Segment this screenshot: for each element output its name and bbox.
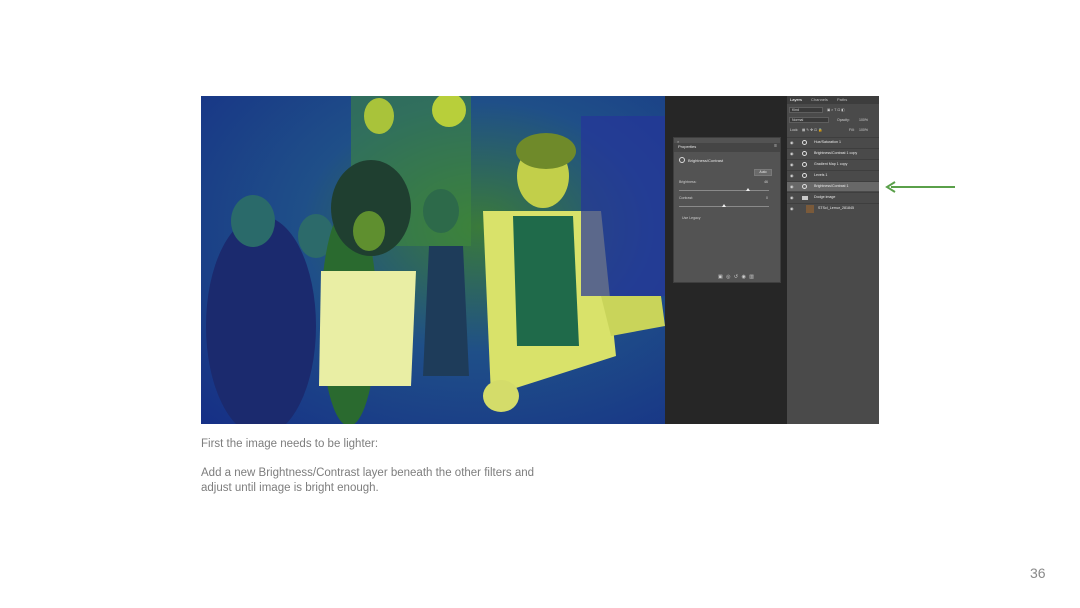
visibility-eye-icon[interactable]: ◉ <box>790 173 794 178</box>
opacity-value[interactable]: 100% <box>859 118 868 122</box>
layer-row-selected[interactable]: ◉ Brightness/Contrast 1 <box>787 181 879 191</box>
properties-tab[interactable]: Properties <box>678 144 696 149</box>
layer-row[interactable]: ◉ STScI_Lemur_281845 <box>787 203 879 213</box>
brightness-value[interactable]: 46 <box>764 180 768 184</box>
layer-row[interactable]: ◉ Gradient Map 1 copy <box>787 159 879 169</box>
contrast-label: Contrast: <box>679 196 694 200</box>
layer-filter-kind[interactable]: Kind <box>789 107 823 113</box>
adjustment-layer-icon <box>802 140 807 145</box>
blend-mode-label: Normal <box>792 118 804 122</box>
use-legacy-checkbox[interactable]: Use Legacy <box>682 216 700 220</box>
image-thumbnail <box>806 205 814 213</box>
photoshop-screenshot: × Properties ≡ Brightness/Contrast Auto … <box>201 96 879 424</box>
layer-name: Levels 1 <box>814 173 828 177</box>
layer-row[interactable]: ◉ Brightness/Contrast 1 copy <box>787 148 879 158</box>
properties-footer-icons[interactable]: ▣ ◎ ↺ ◉ ▥ <box>718 274 755 280</box>
opacity-label: Opacity: <box>837 118 850 122</box>
brightness-slider[interactable] <box>679 190 769 191</box>
fill-label: Fill: <box>849 128 855 132</box>
layer-row[interactable]: ◉ Dodge image <box>787 192 879 202</box>
properties-panel: × Properties ≡ Brightness/Contrast Auto … <box>673 137 781 283</box>
visibility-eye-icon[interactable]: ◉ <box>790 151 794 156</box>
caption-line-2: Add a new Brightness/Contrast layer bene… <box>201 467 535 494</box>
auto-button[interactable]: Auto <box>754 169 772 176</box>
adjustment-layer-icon <box>802 162 807 167</box>
visibility-eye-icon[interactable]: ◉ <box>790 206 794 211</box>
filter-icons[interactable]: ▣ ◐ T ⊡ ◧ <box>827 108 845 112</box>
adjustment-layer-icon <box>802 151 807 156</box>
fill-value[interactable]: 100% <box>859 128 868 132</box>
layer-name: Brightness/Contrast 1 <box>814 184 849 188</box>
visibility-eye-icon[interactable]: ◉ <box>790 195 794 200</box>
lock-icons[interactable]: ▦ ✎ ✥ ⊡ 🔒 <box>802 128 822 132</box>
adjustment-title: Brightness/Contrast <box>688 158 724 163</box>
visibility-eye-icon[interactable]: ◉ <box>790 162 794 167</box>
blend-mode-select[interactable]: Normal <box>789 117 829 123</box>
filter-kind-label: Kind <box>792 108 800 112</box>
layer-row[interactable]: ◉ Levels 1 <box>787 170 879 180</box>
layers-panel: Layers Channels Paths Kind ▣ ◐ T ⊡ ◧ Nor… <box>787 96 879 424</box>
layer-row[interactable]: ◉ Hue/Saturation 1 <box>787 137 879 147</box>
layer-name: STScI_Lemur_281845 <box>818 206 854 210</box>
brightness-slider-thumb[interactable] <box>746 188 750 191</box>
layer-name: Brightness/Contrast 1 copy <box>814 151 858 155</box>
visibility-eye-icon[interactable]: ◉ <box>790 184 794 189</box>
tab-channels[interactable]: Channels <box>811 97 828 102</box>
contrast-value[interactable]: 0 <box>766 196 768 200</box>
duotone-party-photo <box>201 96 665 424</box>
page-number: 36 <box>1030 565 1046 581</box>
tab-layers[interactable]: Layers <box>790 97 802 102</box>
layer-name: Hue/Saturation 1 <box>814 140 841 144</box>
visibility-eye-icon[interactable]: ◉ <box>790 140 794 145</box>
adjustment-layer-icon <box>802 173 807 178</box>
layer-name: Gradient Map 1 copy <box>814 162 848 166</box>
lock-label: Lock: <box>790 128 799 132</box>
contrast-slider-thumb[interactable] <box>722 204 726 207</box>
pointer-arrow <box>885 181 955 193</box>
brightness-label: Brightness: <box>679 180 697 184</box>
adjustment-layer-icon <box>802 184 807 189</box>
caption-line-1: First the image needs to be lighter: <box>201 438 379 450</box>
folder-icon <box>802 196 808 200</box>
tab-paths[interactable]: Paths <box>837 97 847 102</box>
panel-menu-icon[interactable]: ≡ <box>774 144 777 149</box>
brightness-contrast-icon <box>679 157 685 163</box>
layer-name: Dodge image <box>814 195 836 199</box>
